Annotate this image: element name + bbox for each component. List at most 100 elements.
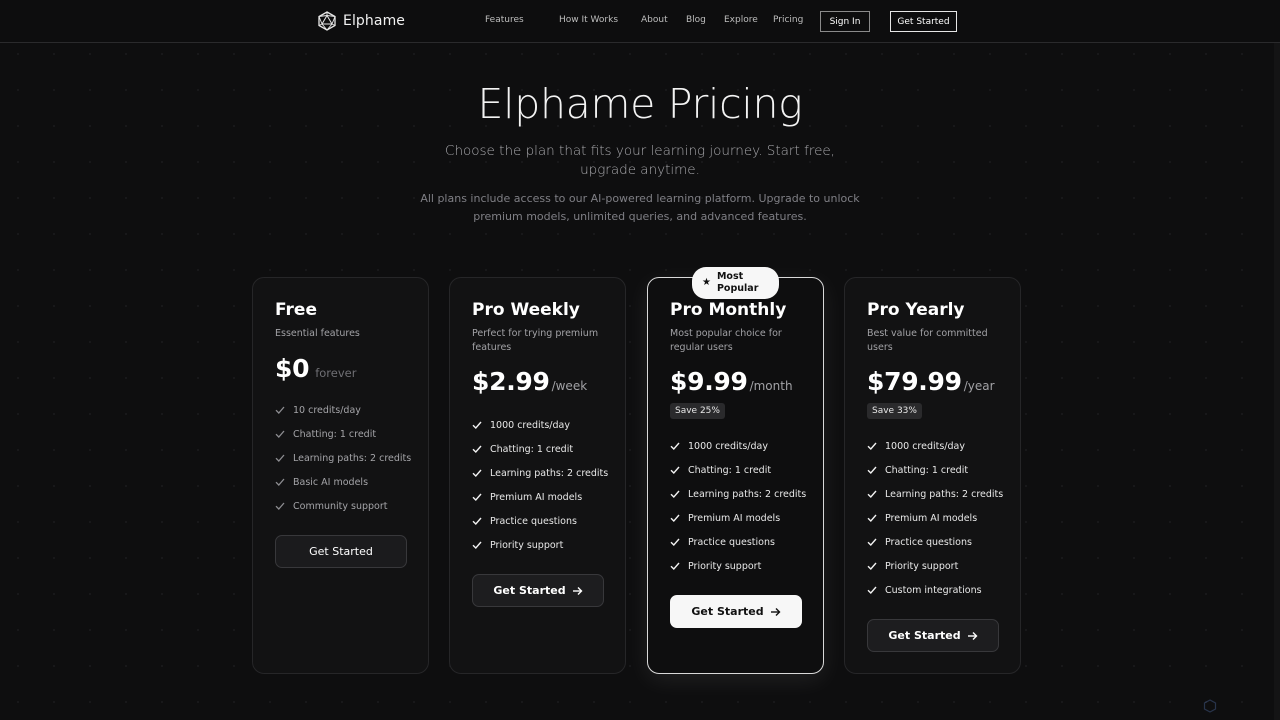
- check-icon: [275, 454, 285, 462]
- arrow-right-icon: [770, 607, 781, 616]
- save-badge: Save 25%: [670, 403, 725, 419]
- check-icon: [275, 502, 285, 510]
- feature-item: Chatting: 1 credit: [472, 437, 608, 461]
- check-icon: [867, 466, 877, 475]
- feature-item: 1000 credits/day: [867, 434, 1003, 458]
- plan-price: $79.99: [867, 367, 962, 396]
- feature-item: Chatting: 1 credit: [867, 458, 1003, 482]
- plan-period: forever: [315, 366, 357, 380]
- feature-label: Premium AI models: [490, 491, 583, 503]
- plan-price: $0: [275, 354, 310, 383]
- cta-label: Get Started: [309, 545, 373, 558]
- hero-subtitle: Choose the plan that fits your learning …: [445, 143, 835, 178]
- feature-label: Chatting: 1 credit: [885, 464, 969, 476]
- feature-item: Community support: [275, 494, 411, 518]
- check-icon: [472, 445, 482, 454]
- feature-label: Learning paths: 2 credits: [885, 488, 1004, 500]
- corner-watermark: [1203, 699, 1217, 713]
- arrow-right-icon: [572, 586, 583, 595]
- plan-name: Pro Yearly: [867, 300, 965, 320]
- feature-label: Premium AI models: [885, 512, 978, 524]
- plan-price: $9.99: [670, 367, 748, 396]
- feature-item: Learning paths: 2 credits: [867, 482, 1003, 506]
- brand-logo[interactable]: Elphame: [317, 10, 405, 32]
- feature-list: 1000 credits/day Chatting: 1 credit Lear…: [472, 413, 608, 557]
- plan-description: Best value for committed users: [867, 328, 988, 353]
- check-icon: [867, 562, 877, 571]
- plan-period: /week: [551, 379, 588, 393]
- feature-item: Basic AI models: [275, 470, 411, 494]
- nav-link-blog[interactable]: Blog: [686, 15, 706, 25]
- plan-card-pro-yearly: Pro Yearly Best value for committed user…: [844, 277, 1021, 674]
- check-icon: [472, 421, 482, 430]
- feature-item: Practice questions: [670, 530, 806, 554]
- feature-label: Chatting: 1 credit: [490, 443, 574, 455]
- feature-label: Premium AI models: [688, 512, 781, 524]
- feature-label: 10 credits/day: [293, 404, 361, 416]
- hero-note: All plans include access to our AI-power…: [420, 192, 860, 223]
- save-badge: Save 33%: [867, 403, 922, 419]
- feature-item: Learning paths: 2 credits: [472, 461, 608, 485]
- check-icon: [472, 493, 482, 502]
- feature-list: 1000 credits/day Chatting: 1 credit Lear…: [670, 434, 806, 578]
- page-title: Elphame Pricing: [477, 80, 803, 128]
- cta-label: Get Started: [691, 605, 764, 618]
- sign-in-button[interactable]: Sign In: [820, 11, 870, 32]
- nav-link-pricing[interactable]: Pricing: [773, 15, 803, 25]
- price-row: $0 forever: [275, 354, 356, 383]
- plan-price: $2.99: [472, 367, 550, 396]
- arrow-right-icon: [967, 631, 978, 640]
- feature-item: 1000 credits/day: [472, 413, 608, 437]
- get-started-monthly-button[interactable]: Get Started: [670, 595, 802, 628]
- get-started-free-button[interactable]: Get Started: [275, 535, 407, 568]
- plan-name: Pro Monthly: [670, 300, 787, 320]
- check-icon: [867, 514, 877, 523]
- feature-item: Priority support: [472, 533, 608, 557]
- check-icon: [670, 514, 680, 523]
- nav-link-explore[interactable]: Explore: [724, 15, 758, 25]
- check-icon: [275, 478, 285, 486]
- check-icon: [867, 538, 877, 547]
- feature-label: Practice questions: [688, 536, 775, 548]
- star-icon: ★: [702, 277, 711, 288]
- nav-link-how-it-works[interactable]: How It Works: [559, 15, 618, 25]
- top-nav: Elphame Features How It Works About Blog…: [0, 0, 1280, 43]
- feature-label: Priority support: [688, 560, 762, 572]
- d20-logo-icon: [318, 11, 336, 31]
- feature-label: Priority support: [885, 560, 959, 572]
- price-row: $9.99 /month: [670, 367, 793, 396]
- feature-item: Priority support: [867, 554, 1003, 578]
- most-popular-label: Most Popular: [716, 270, 759, 295]
- get-started-yearly-button[interactable]: Get Started: [867, 619, 999, 652]
- feature-label: Basic AI models: [293, 476, 369, 488]
- plan-card-free: Free Essential features $0 forever 10 cr…: [252, 277, 429, 674]
- feature-label: Chatting: 1 credit: [293, 428, 377, 440]
- feature-item: Practice questions: [867, 530, 1003, 554]
- plan-name: Pro Weekly: [472, 300, 580, 320]
- feature-list: 10 credits/day Chatting: 1 credit Learni…: [275, 398, 411, 518]
- feature-list: 1000 credits/day Chatting: 1 credit Lear…: [867, 434, 1003, 602]
- check-icon: [275, 406, 285, 414]
- feature-item: Premium AI models: [472, 485, 608, 509]
- feature-label: 1000 credits/day: [885, 440, 965, 452]
- price-row: $2.99 /week: [472, 367, 587, 396]
- feature-label: Learning paths: 2 credits: [490, 467, 609, 479]
- brand-name: Elphame: [343, 13, 406, 29]
- check-icon: [275, 430, 285, 438]
- page-scrollbar[interactable]: [1274, 43, 1280, 720]
- feature-label: Custom integrations: [885, 584, 982, 596]
- feature-label: 1000 credits/day: [490, 419, 570, 431]
- nav-link-about[interactable]: About: [641, 15, 668, 25]
- nav-get-started-button[interactable]: Get Started: [890, 11, 957, 32]
- plan-description: Perfect for trying premium features: [472, 328, 599, 353]
- plan-description: Essential features: [275, 328, 360, 339]
- most-popular-badge: ★ Most Popular: [692, 267, 779, 299]
- get-started-weekly-button[interactable]: Get Started: [472, 574, 604, 607]
- feature-label: Learning paths: 2 credits: [688, 488, 807, 500]
- cta-label: Get Started: [493, 584, 566, 597]
- check-icon: [670, 466, 680, 475]
- feature-label: Practice questions: [885, 536, 972, 548]
- nav-link-features[interactable]: Features: [485, 15, 524, 25]
- feature-label: Community support: [293, 500, 388, 512]
- feature-item: Priority support: [670, 554, 806, 578]
